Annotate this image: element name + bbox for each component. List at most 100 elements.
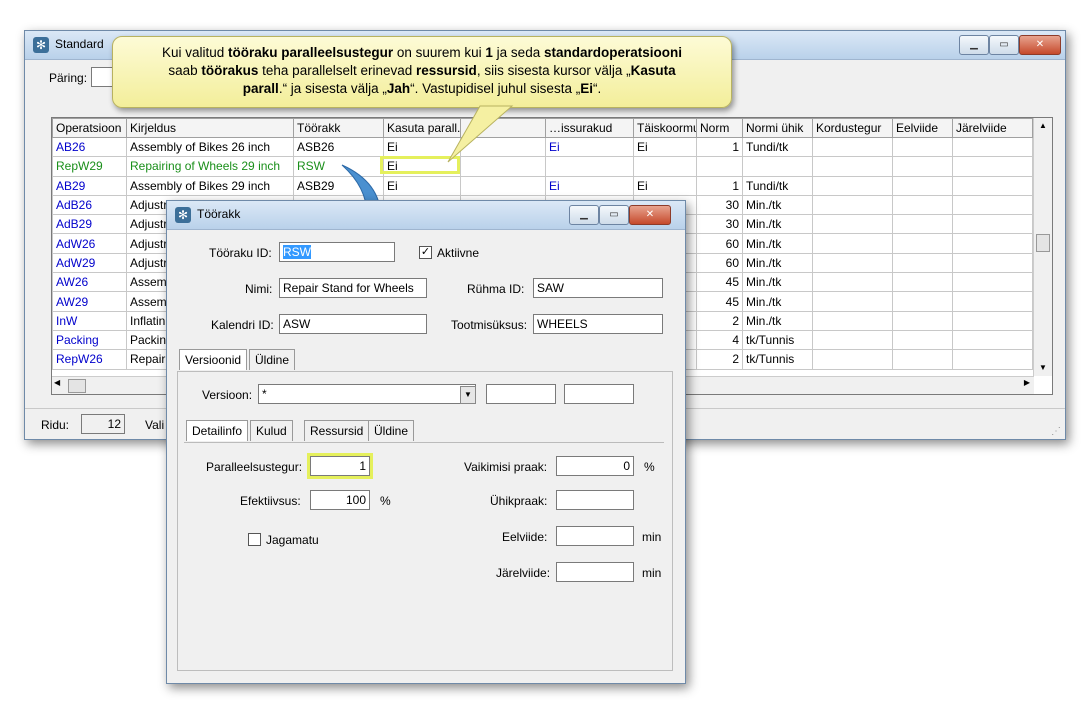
table-cell[interactable] [892,291,953,312]
calendar-id-input[interactable]: ASW [279,314,427,334]
table-cell[interactable] [952,252,1033,274]
table-cell[interactable]: Ei [545,175,634,196]
table-cell[interactable] [952,214,1033,235]
table-cell[interactable] [812,175,893,196]
table-cell[interactable]: RepW29 [52,156,127,177]
tab-general[interactable]: Üldine [249,349,296,370]
table-cell[interactable] [892,233,953,254]
workcell-id-input[interactable]: RSW [279,242,395,262]
scroll-down-icon[interactable]: ▼ [1034,360,1052,376]
table-cell[interactable] [952,291,1033,312]
table-cell[interactable]: Ei [633,136,697,158]
table-cell[interactable]: Tundi/tk [742,175,813,196]
indivisible-checkbox[interactable] [248,533,261,546]
active-checkbox[interactable]: ✓ [419,246,432,259]
table-cell[interactable]: 4 [696,329,743,351]
scroll-left-icon[interactable]: ◀ [54,378,60,387]
table-cell[interactable] [892,272,953,293]
table-cell[interactable] [952,175,1033,196]
table-cell[interactable] [892,310,953,331]
table-cell[interactable]: 30 [696,214,743,235]
table-cell[interactable] [812,233,893,254]
pre-time-input[interactable] [556,526,634,546]
table-cell[interactable] [952,194,1033,216]
table-cell[interactable] [812,291,893,312]
column-header[interactable]: …issurakud [545,118,634,138]
dropdown-chevron-icon[interactable]: ▼ [460,386,476,404]
table-cell[interactable]: AdW29 [52,252,127,274]
scroll-thumb[interactable] [1036,234,1050,252]
table-cell[interactable]: Repairing of Wheels 29 inch [126,156,294,177]
version-to-field[interactable] [564,384,634,404]
hscroll-thumb[interactable] [68,379,86,393]
table-cell[interactable]: Ei [545,136,634,158]
table-cell[interactable] [545,156,634,177]
tab-costs[interactable]: Kulud [250,420,293,441]
table-cell[interactable] [460,175,546,196]
table-cell[interactable]: AdW26 [52,233,127,254]
table-cell[interactable]: Min./tk [742,310,813,331]
column-header[interactable]: Kordustegur [812,118,893,138]
default-scrap-input[interactable]: 0 [556,456,634,476]
table-cell[interactable] [952,349,1033,370]
parallel-factor-input[interactable]: 1 [310,456,370,476]
table-cell[interactable]: 45 [696,272,743,293]
scroll-right-icon[interactable]: ▶ [1024,378,1030,387]
table-cell[interactable] [892,136,953,158]
tab-general-inner[interactable]: Üldine [368,420,415,441]
table-cell[interactable] [633,156,697,177]
table-cell[interactable] [892,349,953,370]
table-cell[interactable] [952,136,1033,158]
column-header[interactable]: Operatsioon [52,118,127,138]
dialog-minimize-button[interactable]: ▁ [569,205,599,225]
table-cell[interactable] [892,194,953,216]
minimize-button[interactable]: ▁ [959,35,989,55]
table-cell[interactable]: AdB29 [52,214,127,235]
table-cell[interactable]: Min./tk [742,233,813,254]
post-time-input[interactable] [556,562,634,582]
vertical-scrollbar[interactable]: ▲ ▼ [1033,118,1052,376]
table-cell[interactable]: Min./tk [742,291,813,312]
table-cell[interactable]: RepW26 [52,349,127,370]
tab-versions[interactable]: Versioonid [179,349,248,370]
column-header[interactable]: Järelviide [952,118,1033,138]
table-row[interactable]: AB26 Assembly of Bikes 26 inch ASB26 Ei Ei Ei… [52,136,1033,158]
table-cell[interactable]: Assembly of Bikes 26 inch [126,136,294,158]
column-header[interactable]: Eelviide [892,118,953,138]
table-cell[interactable]: ASB26 [293,136,384,158]
table-cell[interactable] [812,136,893,158]
table-row[interactable]: RepW29 Repairing of Wheels 29 inch RSW Ei [52,156,1033,177]
table-cell[interactable]: AW26 [52,272,127,293]
dialog-maximize-button[interactable]: ▭ [599,205,629,225]
table-cell[interactable] [812,272,893,293]
close-button[interactable]: ✕ [1019,35,1061,55]
resize-grip-icon[interactable]: ⋰ [1051,426,1061,437]
table-cell[interactable] [892,175,953,196]
table-cell[interactable]: 60 [696,252,743,274]
column-header[interactable]: Töörakk [293,118,384,138]
table-cell[interactable]: Min./tk [742,214,813,235]
table-cell[interactable] [952,233,1033,254]
table-cell[interactable]: Min./tk [742,272,813,293]
efficiency-input[interactable]: 100 [310,490,370,510]
tab-detailinfo[interactable]: Detailinfo [186,420,249,441]
table-cell[interactable] [696,156,743,177]
table-cell[interactable]: 2 [696,310,743,331]
table-cell[interactable]: AB26 [52,136,127,158]
table-cell[interactable]: Assembly of Bikes 29 inch [126,175,294,196]
table-cell[interactable]: Min./tk [742,194,813,216]
table-cell[interactable]: 1 [696,175,743,196]
version-from-field[interactable] [486,384,556,404]
table-cell[interactable] [812,349,893,370]
table-row[interactable]: AB29 Assembly of Bikes 29 inch ASB29 Ei Ei Ei… [52,175,1033,196]
column-header[interactable]: Täiskoormu [633,118,697,138]
table-cell[interactable] [892,214,953,235]
maximize-button[interactable]: ▭ [989,35,1019,55]
table-cell[interactable] [812,194,893,216]
table-cell[interactable] [892,156,953,177]
table-cell[interactable]: 2 [696,349,743,370]
name-input[interactable]: Repair Stand for Wheels [279,278,427,298]
production-unit-input[interactable]: WHEELS [533,314,663,334]
dialog-close-button[interactable]: ✕ [629,205,671,225]
scroll-up-icon[interactable]: ▲ [1034,118,1052,134]
